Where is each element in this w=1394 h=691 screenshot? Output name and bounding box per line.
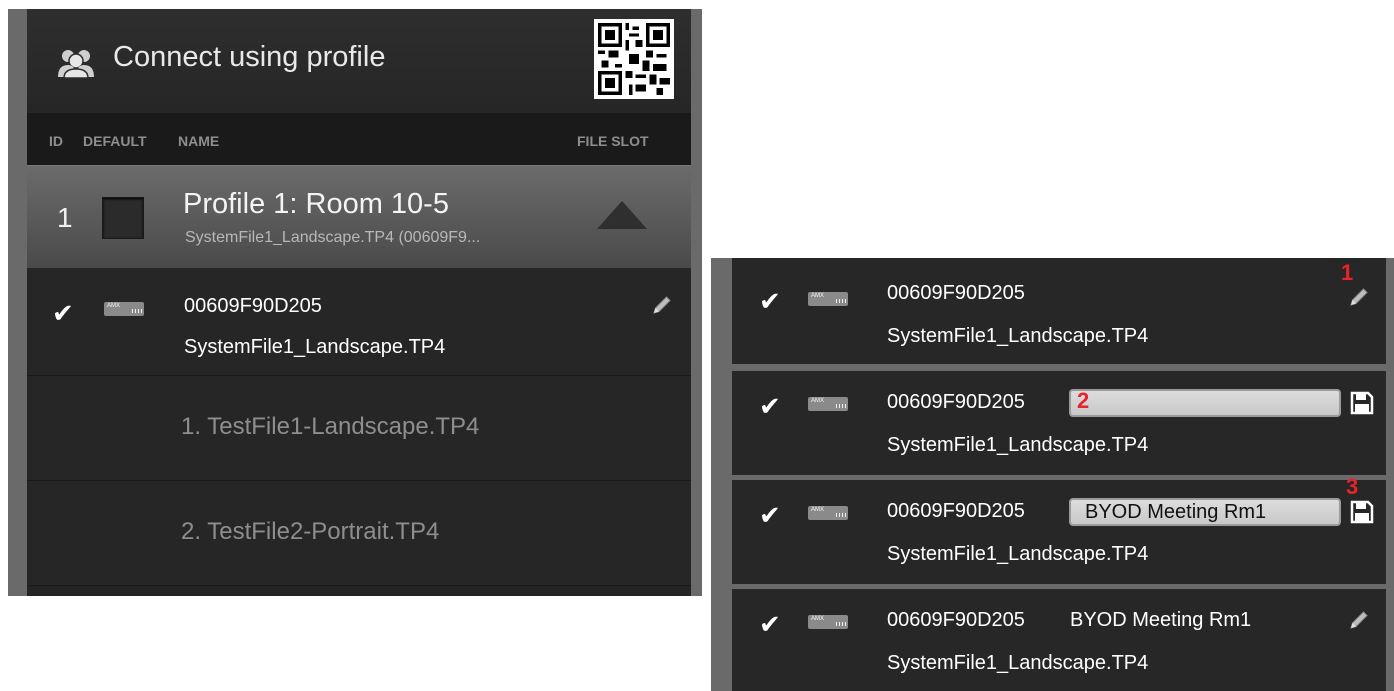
device-id: 00609F90D205 [887,500,1025,522]
pencil-icon[interactable] [1348,609,1370,631]
column-headers: ID DEFAULT NAME FILE SLOT [27,113,691,165]
device-id: 00609F90D205 [887,282,1025,304]
file-slot-label: 1. TestFile1-Landscape.TP4 [181,413,480,440]
qr-code-icon[interactable] [594,19,674,99]
column-header-id: ID [49,133,63,149]
default-checkbox[interactable] [102,197,144,239]
profile-name: Profile 1: Room 10-5 [183,188,449,220]
column-header-file-slot: FILE SLOT [577,133,649,149]
column-header-name: NAME [178,133,220,149]
device-file: SystemFile1_Landscape.TP4 [184,336,446,358]
amx-device-icon: AMX [808,506,848,520]
device-name: BYOD Meeting Rm1 [1070,609,1252,631]
file-slot-row[interactable]: 2. TestFile2-Portrait.TP4 [27,481,691,586]
device-name-input[interactable]: BYOD Meeting Rm1 [1069,498,1341,526]
profile-row[interactable]: 1 Profile 1: Room 10-5 SystemFile1_Lands… [27,165,691,268]
device-row[interactable]: ✔ AMX 00609F90D205 BYOD Meeting Rm1 Syst… [732,589,1386,691]
device-file: SystemFile1_Landscape.TP4 [887,652,1149,674]
device-id: 00609F90D205 [887,609,1025,631]
panel-header: Connect using profile [27,9,691,113]
file-slot-row[interactable]: 1. TestFile1-Landscape.TP4 [27,376,691,481]
device-row-editing[interactable]: ✔ AMX 00609F90D205 BYOD Meeting Rm1 3 Sy… [732,474,1386,584]
people-group-icon [58,50,94,79]
pencil-icon[interactable] [651,294,673,316]
amx-device-icon: AMX [104,302,144,316]
amx-device-icon: AMX [808,397,848,411]
step-marker: 2 [1077,388,1090,413]
checkmark-icon: ✔ [759,286,781,316]
profile-panel-content: Connect using profile ID DEFAULT NAME FI… [27,9,691,596]
floppy-save-icon[interactable] [1350,500,1374,524]
device-id: 00609F90D205 [887,391,1025,413]
device-file: SystemFile1_Landscape.TP4 [887,434,1149,456]
file-slot-label: 2. TestFile2-Portrait.TP4 [181,518,440,545]
device-name-input[interactable] [1069,389,1341,417]
device-row-editing[interactable]: ✔ AMX 00609F90D205 2 SystemFile1_Landsca… [732,371,1386,475]
amx-device-icon: AMX [808,292,848,306]
panel-title: Connect using profile [113,41,386,73]
device-row[interactable]: ✔ AMX 00609F90D205 SystemFile1_Landscape… [27,268,691,376]
amx-device-icon: AMX [808,615,848,629]
device-file: SystemFile1_Landscape.TP4 [887,325,1149,347]
checkmark-icon: ✔ [759,609,781,639]
triangle-up-icon[interactable] [597,201,647,229]
checkmark-icon: ✔ [759,500,781,530]
profile-panel: Connect using profile ID DEFAULT NAME FI… [8,9,702,596]
pencil-icon[interactable] [1348,286,1370,308]
step-marker: 1 [1341,260,1354,285]
column-header-default: DEFAULT [83,133,147,149]
profile-id: 1 [57,202,73,233]
checkmark-icon: ✔ [52,298,74,328]
rename-steps-panel: ✔ AMX 00609F90D205 SystemFile1_Landscape… [711,258,1394,691]
device-file: SystemFile1_Landscape.TP4 [887,543,1149,565]
device-row[interactable]: ✔ AMX 00609F90D205 SystemFile1_Landscape… [732,258,1386,364]
checkmark-icon: ✔ [759,391,781,421]
device-id: 00609F90D205 [184,295,322,317]
profile-file: SystemFile1_Landscape.TP4 (00609F9... [185,229,481,246]
step-marker: 3 [1346,474,1359,499]
floppy-save-icon[interactable] [1350,391,1374,415]
